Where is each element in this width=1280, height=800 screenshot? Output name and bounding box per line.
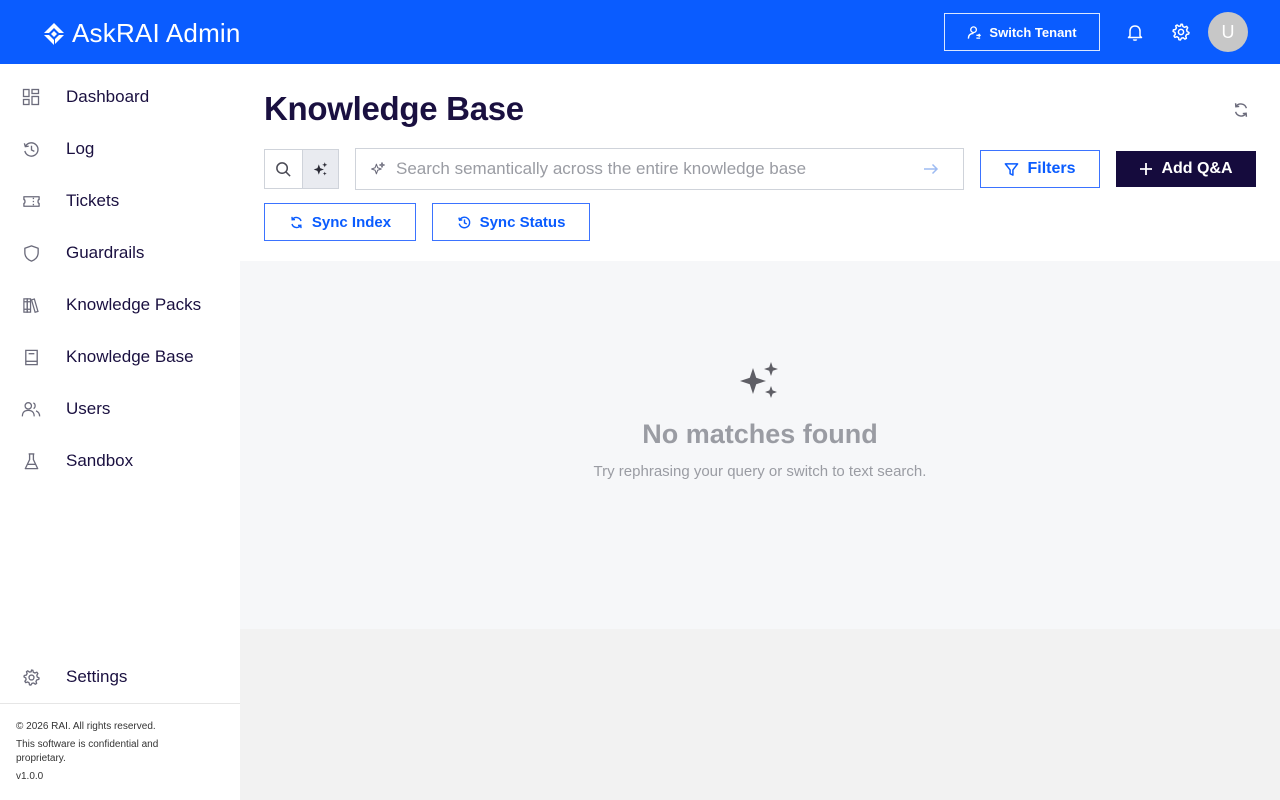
sidebar-item-label: Dashboard <box>66 87 150 106</box>
switch-tenant-label: Switch Tenant <box>989 24 1077 40</box>
logo-icon <box>44 22 64 45</box>
footer-version: v1.0.0 <box>16 771 44 782</box>
plus-icon <box>1140 163 1153 175</box>
sparkles-icon <box>313 161 328 176</box>
sidebar-item-knowledge-base[interactable]: Knowledge Base <box>0 335 240 379</box>
sparkles-icon <box>740 362 778 398</box>
search-mode-toggle <box>264 149 339 189</box>
avatar[interactable]: U <box>1208 12 1248 52</box>
sidebar-settings-label: Settings <box>66 667 128 686</box>
sidebar-item-label: Tickets <box>66 191 120 210</box>
sidebar-item-users[interactable]: Users <box>0 387 240 431</box>
ticket-icon <box>21 191 41 211</box>
sync-status-label: Sync Status <box>479 213 566 231</box>
sync-status-button[interactable]: Sync Status <box>432 203 590 241</box>
flask-icon <box>21 451 41 471</box>
gear-icon[interactable] <box>1169 20 1193 44</box>
filter-icon <box>1005 162 1019 176</box>
sidebar-item-label: Knowledge Packs <box>66 295 202 314</box>
add-qa-button[interactable]: Add Q&A <box>1116 151 1256 187</box>
bell-icon[interactable] <box>1123 20 1147 44</box>
sidebar-item-sandbox[interactable]: Sandbox <box>0 439 240 483</box>
sidebar-item-log[interactable]: Log <box>0 127 240 171</box>
empty-state-subtitle: Try rephrasing your query or switch to t… <box>593 463 927 480</box>
search-box <box>355 148 964 190</box>
search-input[interactable] <box>396 157 916 181</box>
sidebar-item-label: Sandbox <box>66 451 134 470</box>
sync-index-button[interactable]: Sync Index <box>264 203 416 241</box>
history-icon <box>21 139 41 159</box>
sidebar-item-label: Users <box>66 399 111 418</box>
sync-index-label: Sync Index <box>311 213 392 231</box>
users-icon <box>21 399 41 419</box>
text-search-mode-button[interactable] <box>265 150 302 188</box>
footer-notice: This software is confidential and propri… <box>16 739 159 764</box>
history-icon <box>457 216 470 228</box>
semantic-search-mode-button[interactable] <box>301 150 338 188</box>
empty-state-title: No matches found <box>642 419 878 449</box>
app-title: AskRAI Admin <box>72 18 241 48</box>
user-switch-icon <box>968 25 982 39</box>
sidebar-item-knowledge-packs[interactable]: Knowledge Packs <box>0 283 240 327</box>
sidebar-divider <box>0 703 240 704</box>
switch-tenant-button[interactable]: Switch Tenant <box>944 13 1100 51</box>
filters-label: Filters <box>1027 160 1076 177</box>
sparkles-icon <box>371 162 385 175</box>
add-qa-label: Add Q&A <box>1161 160 1233 177</box>
refresh-icon <box>291 216 302 228</box>
books-icon <box>21 295 41 315</box>
sidebar-item-label: Knowledge Base <box>66 347 194 366</box>
gear-icon <box>21 667 41 687</box>
sidebar-item-guardrails[interactable]: Guardrails <box>0 231 240 275</box>
book-icon <box>21 347 41 367</box>
sidebar-item-label: Log <box>66 139 95 158</box>
shield-icon <box>21 243 41 263</box>
brand[interactable]: AskRAI Admin <box>42 18 241 49</box>
sidebar: Dashboard Log Tickets Guardrails Knowled… <box>0 64 240 800</box>
top-bar: AskRAI Admin Switch Tenant U <box>0 0 1280 64</box>
sidebar-item-label: Guardrails <box>66 243 145 262</box>
filters-button[interactable]: Filters <box>980 150 1100 188</box>
arrow-right-icon[interactable] <box>922 160 940 178</box>
refresh-icon[interactable] <box>1229 98 1253 122</box>
page-title: Knowledge Base <box>264 90 524 127</box>
dashboard-icon <box>21 87 41 107</box>
sidebar-item-tickets[interactable]: Tickets <box>0 179 240 223</box>
sidebar-item-settings[interactable]: Settings <box>0 655 240 699</box>
search-icon <box>275 161 291 177</box>
footer-copyright: © 2026 RAI. All rights reserved. <box>16 721 156 732</box>
sidebar-item-dashboard[interactable]: Dashboard <box>0 75 240 119</box>
